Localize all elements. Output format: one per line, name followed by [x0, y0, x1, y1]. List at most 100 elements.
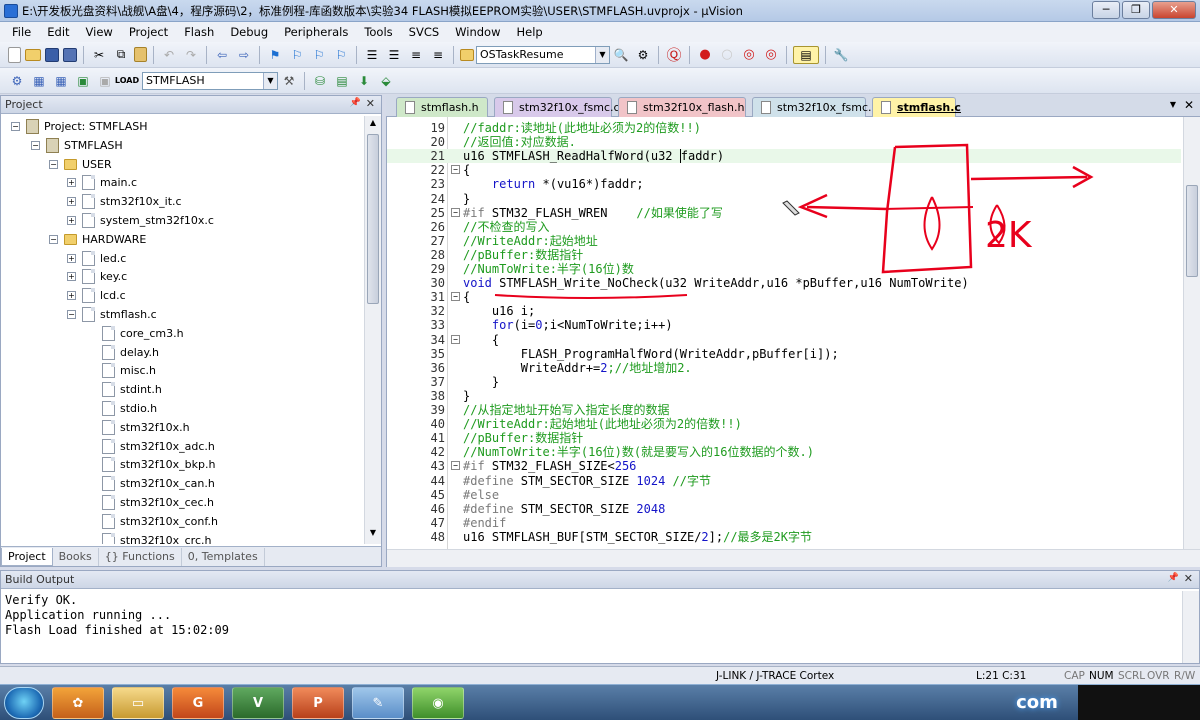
minimize-button[interactable]: ─: [1092, 1, 1120, 19]
expand-icon[interactable]: +: [67, 253, 76, 263]
tree-item[interactable]: − USER: [49, 155, 112, 174]
chevron-down-icon[interactable]: ▼: [595, 46, 609, 63]
code-line[interactable]: 36 WriteAddr+=2;//地址增加2.: [387, 361, 1181, 375]
code-line[interactable]: 23 return *(vu16*)faddr;: [387, 177, 1181, 191]
menu-svcs[interactable]: SVCS: [401, 25, 448, 39]
code-line[interactable]: 27 //WriteAddr:起始地址: [387, 234, 1181, 248]
taskbar-app-icon[interactable]: G: [172, 687, 224, 719]
code-line[interactable]: 41 //pBuffer:数据指针: [387, 431, 1181, 445]
code-line[interactable]: 44 #define STM_SECTOR_SIZE 1024 //字节: [387, 474, 1181, 488]
pin-icon[interactable]: 📌: [350, 98, 361, 108]
nav-forward-icon[interactable]: ⇨: [235, 46, 253, 64]
debug-start-icon[interactable]: Ⓠ: [665, 46, 683, 64]
code-line[interactable]: 24}: [387, 192, 1181, 206]
taskbar-app-icon[interactable]: ✿: [52, 687, 104, 719]
tree-item[interactable]: − Project: STMFLASH: [11, 117, 148, 136]
collapse-icon[interactable]: −: [11, 122, 20, 131]
code-line[interactable]: 31−{: [387, 290, 1181, 304]
clear-bookmarks-icon[interactable]: ⚐: [332, 46, 350, 64]
paste-icon[interactable]: [134, 47, 147, 62]
tree-item[interactable]: misc.h: [87, 361, 156, 380]
collapse-icon[interactable]: −: [31, 140, 40, 150]
taskbar-powerpoint-icon[interactable]: P: [292, 687, 344, 719]
code-line[interactable]: 46 #define STM_SECTOR_SIZE 2048: [387, 502, 1181, 516]
menu-file[interactable]: File: [4, 25, 39, 39]
expand-icon[interactable]: +: [67, 178, 76, 188]
taskbar-explorer-icon[interactable]: ▭: [112, 687, 164, 719]
target-combo[interactable]: STMFLASH ▼: [142, 71, 278, 90]
code-line[interactable]: 22−{: [387, 163, 1181, 177]
tab-project[interactable]: Project: [1, 547, 53, 566]
editor-tab[interactable]: stmflash.h: [396, 97, 488, 117]
scroll-up-icon[interactable]: ▲: [367, 118, 379, 132]
window-layout-icon[interactable]: ▤: [793, 45, 819, 64]
comment-icon[interactable]: ≡: [407, 46, 425, 64]
expand-icon[interactable]: +: [67, 216, 76, 225]
editor-horizontal-scrollbar[interactable]: [387, 549, 1200, 567]
close-icon[interactable]: ✕: [366, 97, 375, 110]
code-line[interactable]: 43− #if STM32_FLASH_SIZE<256: [387, 459, 1181, 473]
tab-templates[interactable]: 0, Templates: [182, 547, 265, 566]
code-line[interactable]: 39 //从指定地址开始写入指定长度的数据: [387, 403, 1181, 417]
code-line[interactable]: 48 u16 STMFLASH_BUF[STM_SECTOR_SIZE/2];//…: [387, 530, 1181, 544]
scroll-thumb[interactable]: [1186, 185, 1198, 277]
tab-books[interactable]: Books: [53, 547, 99, 566]
editor-tab[interactable]: stmflash.c: [872, 97, 961, 117]
save-icon[interactable]: [45, 47, 59, 62]
menu-flash[interactable]: Flash: [176, 25, 222, 39]
code-line[interactable]: 19 //faddr:读地址(此地址必须为2的倍数!!): [387, 121, 1181, 135]
expand-icon[interactable]: +: [67, 197, 76, 207]
unindent-icon[interactable]: ☰: [385, 46, 403, 64]
code-line[interactable]: 32 u16 i;: [387, 304, 1181, 318]
code-line[interactable]: 29 //NumToWrite:半字(16位)数: [387, 262, 1181, 276]
build-icon[interactable]: ▦: [30, 72, 48, 90]
menu-window[interactable]: Window: [447, 25, 508, 39]
tree-item[interactable]: stm32f10x_adc.h: [87, 437, 215, 456]
rebuild-icon[interactable]: ▦: [52, 72, 70, 90]
run-time-env-icon[interactable]: ⬙: [377, 72, 395, 90]
tree-item[interactable]: + led.c: [67, 249, 126, 268]
menu-project[interactable]: Project: [121, 25, 176, 39]
close-button[interactable]: ✕: [1152, 1, 1196, 19]
expand-icon[interactable]: +: [67, 272, 76, 282]
save-all-icon[interactable]: [63, 47, 77, 62]
tree-item[interactable]: + main.c: [67, 173, 137, 192]
fold-icon[interactable]: −: [451, 461, 460, 471]
taskbar-paint-icon[interactable]: ✎: [352, 687, 404, 719]
code-line[interactable]: 37 }: [387, 375, 1181, 389]
code-editor[interactable]: 19//faddr:读地址(此地址必须为2的倍数!!) 20//返回值:对应数据.…: [386, 117, 1200, 567]
undo-icon[interactable]: ↶: [160, 46, 178, 64]
find-combo[interactable]: OSTaskResume ▼: [476, 45, 610, 64]
build-output-scrollbar[interactable]: [1182, 591, 1199, 663]
open-folder-icon[interactable]: [25, 48, 41, 61]
code-line[interactable]: 28 //pBuffer:数据指针: [387, 248, 1181, 262]
pin-icon[interactable]: 📌: [1168, 573, 1179, 583]
nav-back-icon[interactable]: ⇦: [213, 46, 231, 64]
taskbar-uvision-icon[interactable]: V: [232, 687, 284, 719]
tree-item[interactable]: − STMFLASH: [31, 136, 123, 155]
start-button[interactable]: [4, 687, 44, 719]
chevron-down-icon[interactable]: ▼: [263, 72, 277, 89]
tab-functions[interactable]: {} Functions: [99, 547, 182, 566]
menu-debug[interactable]: Debug: [222, 25, 276, 39]
collapse-icon[interactable]: −: [49, 234, 58, 244]
code-line[interactable]: 20 //返回值:对应数据.: [387, 135, 1181, 149]
menu-peripherals[interactable]: Peripherals: [276, 25, 356, 39]
scroll-down-icon[interactable]: ▼: [367, 528, 379, 542]
menu-tools[interactable]: Tools: [356, 25, 400, 39]
taskbar-app-icon[interactable]: ◉: [412, 687, 464, 719]
stop-build-icon[interactable]: ▣: [96, 72, 114, 90]
tree-item[interactable]: + lcd.c: [67, 286, 126, 305]
menu-edit[interactable]: Edit: [39, 25, 77, 39]
tree-item[interactable]: stm32f10x.h: [87, 418, 190, 437]
close-icon[interactable]: ✕: [1184, 98, 1194, 112]
bookmark-icon[interactable]: ⚑: [266, 46, 284, 64]
tree-item[interactable]: core_cm3.h: [87, 324, 184, 343]
translate-icon[interactable]: ⚙: [8, 72, 26, 90]
cut-icon[interactable]: ✂: [90, 46, 108, 64]
tab-list-dropdown-icon[interactable]: ▼: [1170, 100, 1176, 109]
tree-item[interactable]: stm32f10x_can.h: [87, 474, 215, 493]
redo-icon[interactable]: ↷: [182, 46, 200, 64]
indent-icon[interactable]: ☰: [363, 46, 381, 64]
code-line[interactable]: 35 FLASH_ProgramHalfWord(WriteAddr,pBuff…: [387, 347, 1181, 361]
